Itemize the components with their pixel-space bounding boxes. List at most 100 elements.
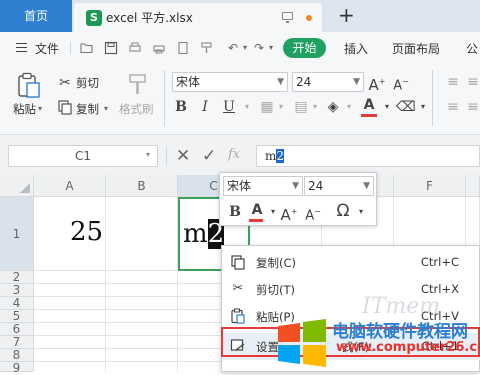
font-color-swatch <box>361 114 377 117</box>
align-left-icon[interactable]: ≡ <box>444 98 462 116</box>
underline-dropdown-icon[interactable]: ▾ <box>238 98 256 116</box>
paste-label[interactable]: 粘贴 <box>13 101 36 117</box>
mini-font-size-value: 24 <box>308 179 324 193</box>
cell-c1-prefix: m <box>183 219 208 249</box>
align-top-icon[interactable]: ≡ <box>444 73 462 91</box>
font-name-select[interactable]: 宋体 ▼ <box>172 72 288 92</box>
function-fx-icon[interactable]: fx <box>228 147 240 162</box>
mini-font-size-select[interactable]: 24 ▼ <box>304 176 374 196</box>
formula-bar: C1 ▾ ✕ ✓ fx m2 <box>0 135 480 175</box>
name-box-dropdown-icon[interactable]: ▾ <box>146 150 150 159</box>
unsaved-dot-icon <box>306 15 312 21</box>
tab-insert[interactable]: 插入 <box>344 40 368 57</box>
paste-icon <box>230 308 246 324</box>
scissors-icon[interactable]: ✂ <box>56 74 74 92</box>
font-color-icon[interactable]: A <box>360 96 378 114</box>
cut-label[interactable]: 剪切 <box>76 75 99 91</box>
formula-input[interactable]: m2 <box>256 145 480 167</box>
context-menu-copy[interactable]: 复制(C) Ctrl+C <box>222 249 480 276</box>
confirm-check-icon[interactable]: ✓ <box>202 146 216 166</box>
tab-formulas[interactable]: 公 <box>466 40 478 57</box>
format-painter-icon[interactable] <box>200 41 214 55</box>
menu-bar: 文件 ↶ ▾ ↷ ▾ 开始 插入 页面布局 公 <box>0 32 480 64</box>
context-menu-label: 剪切(T) <box>256 283 295 297</box>
print-preview-icon[interactable] <box>128 41 142 55</box>
context-menu-cut[interactable]: ✂ 剪切(T) Ctrl+X <box>222 276 480 303</box>
column-header-a[interactable]: A <box>34 175 106 197</box>
font-size-select[interactable]: 24 ▼ <box>292 72 364 92</box>
tab-home[interactable]: 首页 <box>0 0 72 32</box>
divider <box>164 70 165 126</box>
chevron-down-icon: ▼ <box>353 77 360 87</box>
cell-style-dropdown-icon[interactable]: ▾ <box>306 98 324 116</box>
format-painter-label[interactable]: 格式刷 <box>119 101 154 117</box>
eraser-icon[interactable]: ⌫ <box>396 98 416 116</box>
undo-dropdown-icon[interactable]: ▾ <box>238 41 252 55</box>
document-title: excel 平方.xlsx <box>106 11 193 25</box>
watermark-brand: 电脑软硬件教程网 <box>332 322 468 342</box>
decrease-font-icon[interactable]: A− <box>392 73 410 93</box>
open-folder-icon[interactable] <box>80 41 94 55</box>
mini-symbol-dropdown-icon[interactable]: ▾ <box>352 203 370 221</box>
chevron-down-icon: ▼ <box>292 181 299 191</box>
column-header-b[interactable]: B <box>106 175 178 197</box>
cell-a1-value: 25 <box>70 217 104 247</box>
font-size-value: 24 <box>296 75 312 89</box>
align-middle-icon[interactable]: ≡ <box>464 73 480 91</box>
italic-icon[interactable]: I <box>196 98 214 116</box>
font-name-value: 宋体 <box>176 75 201 89</box>
formula-text: m <box>265 149 277 163</box>
name-box[interactable]: C1 <box>8 145 158 167</box>
export-pdf-icon[interactable] <box>176 41 190 55</box>
print-icon[interactable] <box>152 41 166 55</box>
mini-bold-icon[interactable]: B <box>226 203 244 221</box>
new-tab-plus-icon[interactable]: + <box>338 4 355 26</box>
hamburger-icon[interactable] <box>16 43 27 52</box>
ribbon: 粘贴 ▾ ✂ 剪切 复制 ▾ 格式刷 宋体 ▼ 24 ▼ A+ A− B I U… <box>0 64 480 135</box>
font-color-dropdown-icon[interactable]: ▾ <box>378 98 396 116</box>
bold-icon[interactable]: B <box>172 98 190 116</box>
mini-font-name-select[interactable]: 宋体 ▼ <box>223 176 303 196</box>
divider <box>166 147 167 165</box>
underline-icon[interactable]: U <box>220 98 238 116</box>
divider <box>70 41 71 55</box>
row-header-1[interactable]: 1 <box>0 197 34 271</box>
chevron-down-icon: ▼ <box>277 77 284 87</box>
column-header-g[interactable] <box>466 175 480 197</box>
scissors-icon: ✂ <box>232 281 244 296</box>
menu-file[interactable]: 文件 <box>35 40 59 57</box>
save-icon[interactable] <box>104 41 118 55</box>
monitor-icon[interactable] <box>282 12 293 23</box>
border-dropdown-icon[interactable]: ▾ <box>272 98 290 116</box>
mini-increase-font-icon[interactable]: A+ <box>280 203 298 224</box>
mini-font-color-swatch <box>249 219 263 222</box>
context-menu-label: 复制(C) <box>256 256 297 270</box>
row-header-9[interactable]: 9 <box>0 362 34 375</box>
watermark-background-text: ITmem <box>362 294 441 319</box>
mini-symbol-omega-icon[interactable]: Ω <box>334 202 352 220</box>
column-header-f[interactable]: F <box>394 175 466 197</box>
tab-start[interactable]: 开始 <box>283 38 326 58</box>
copy-dropdown-icon[interactable]: ▾ <box>104 104 108 113</box>
watermark-logo-icon <box>276 318 328 368</box>
mini-decrease-font-icon[interactable]: A− <box>304 203 322 223</box>
fill-color-dropdown-icon[interactable]: ▾ <box>340 98 358 116</box>
redo-dropdown-icon[interactable]: ▾ <box>264 41 278 55</box>
align-center-icon[interactable]: ≡ <box>464 98 480 116</box>
copy-label[interactable]: 复制 <box>76 101 99 117</box>
cell-a1[interactable]: 25 <box>34 197 106 271</box>
tab-document[interactable]: S excel 平方.xlsx <box>74 3 322 32</box>
mini-font-name-value: 宋体 <box>227 179 252 193</box>
increase-font-icon[interactable]: A+ <box>368 73 386 94</box>
clear-dropdown-icon[interactable]: ▾ <box>414 98 432 116</box>
formula-selected-text: 2 <box>276 149 285 163</box>
paste-dropdown-icon[interactable]: ▾ <box>38 104 42 113</box>
cancel-icon[interactable]: ✕ <box>176 146 190 166</box>
divider <box>432 70 433 126</box>
paste-icon[interactable] <box>16 72 42 100</box>
tab-page-layout[interactable]: 页面布局 <box>392 40 440 57</box>
cell-b1[interactable] <box>106 197 178 271</box>
select-all-corner[interactable] <box>0 175 34 197</box>
copy-icon[interactable] <box>56 99 74 117</box>
format-painter-large-icon[interactable] <box>127 72 149 98</box>
